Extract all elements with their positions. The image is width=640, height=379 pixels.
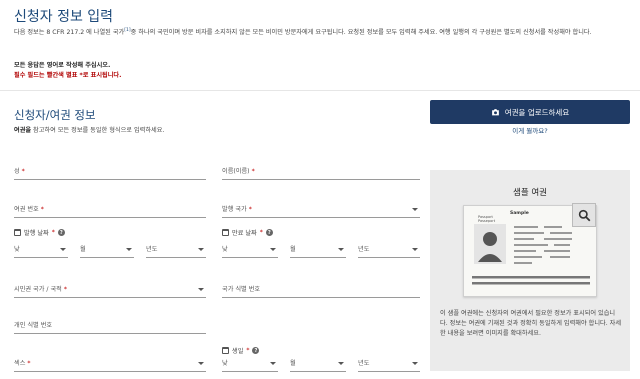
english-note: 모든 응답은 영어로 작성해 주십시오. — [14, 62, 111, 69]
caret-down-icon — [412, 248, 418, 251]
sample-passport-panel: 샘플 여권 Sample Passport Passeport 이 샘플 여권에… — [430, 170, 630, 371]
issue-day-select[interactable]: 낮 — [14, 236, 68, 258]
upload-passport-button[interactable]: 여권을 업로드하세요 — [430, 100, 630, 124]
issue-year-select[interactable]: 년도 — [146, 236, 206, 258]
required-marker: * — [63, 286, 67, 293]
intro-text: 다음 정보는 8 CFR 217.2 에 나열된 국가[1]중 하나의 국민이며… — [14, 28, 592, 37]
passport-heading: Sample — [510, 211, 529, 216]
caret-down-icon — [412, 208, 418, 211]
caret-down-icon — [412, 362, 418, 365]
issuing-country-label: 발행 국가 — [222, 206, 247, 213]
expiry-month-select[interactable]: 월 — [290, 236, 346, 258]
required-marker: * — [248, 206, 252, 213]
help-circle-icon[interactable]: ? — [57, 229, 65, 236]
birth-year-select[interactable]: 년도 — [358, 352, 420, 372]
calendar-icon — [14, 229, 21, 236]
sex-label: 섹스 — [14, 360, 26, 367]
required-note: 필수 필드는 빨간색 별표 *로 표시됩니다. — [14, 72, 122, 79]
caret-down-icon — [126, 248, 132, 251]
caret-down-icon — [60, 248, 66, 251]
expiry-year-select[interactable]: 년도 — [358, 236, 420, 258]
sample-passport-description: 이 샘플 여권에는 신청자의 여권에서 필요한 정보가 표시되어 있습니다. 정… — [440, 310, 622, 337]
page-title: 신청자 정보 입력 — [14, 9, 114, 25]
camera-icon — [491, 108, 499, 115]
section-title: 신청자/여권 정보 — [14, 108, 96, 122]
passport-number-field[interactable]: 여권 번호 * — [14, 196, 206, 218]
caret-down-icon — [198, 248, 204, 251]
birth-day-select[interactable]: 낮 — [222, 352, 278, 372]
caret-down-icon — [270, 362, 276, 365]
magnifier-icon — [578, 209, 591, 222]
passport-word-alt: Passeport — [478, 219, 496, 223]
help-circle-icon[interactable]: ? — [265, 229, 273, 236]
birth-month-select[interactable]: 월 — [290, 352, 346, 372]
section-instructions: 여권을 참고하여 모든 정보를 동일한 형식으로 입력하세요. — [14, 127, 165, 134]
expiry-day-select[interactable]: 낮 — [222, 236, 278, 258]
required-marker: * — [21, 168, 25, 175]
caret-down-icon — [338, 362, 344, 365]
calendar-icon — [222, 229, 229, 236]
issuing-country-select[interactable]: 발행 국가 * — [222, 196, 420, 218]
issue-month-select[interactable]: 월 — [80, 236, 134, 258]
required-marker: * — [259, 229, 263, 236]
sample-passport-title: 샘플 여권 — [513, 188, 547, 198]
caret-down-icon — [198, 362, 204, 365]
given-name-field[interactable]: 이름(이름) * — [222, 158, 420, 180]
personal-id-field[interactable]: 개인 식별 번호 — [14, 312, 206, 334]
surname-label: 성 — [14, 168, 20, 175]
sex-select[interactable]: 섹스 * — [14, 350, 206, 372]
required-marker: * — [51, 229, 55, 236]
personal-id-label: 개인 식별 번호 — [14, 322, 53, 329]
what-is-this-link[interactable]: 이게 뭘까요? — [430, 125, 630, 135]
required-marker: * — [40, 206, 44, 213]
zoom-button[interactable] — [572, 203, 596, 227]
citizenship-label: 시민권 국가 / 국적 — [14, 286, 62, 293]
national-id-label: 국가 식별 번호 — [222, 286, 261, 293]
given-name-label: 이름(이름) — [222, 168, 250, 175]
required-marker: * — [251, 168, 255, 175]
upload-passport-label: 여권을 업로드하세요 — [504, 107, 570, 117]
caret-down-icon — [270, 248, 276, 251]
passport-number-label: 여권 번호 — [14, 206, 39, 213]
national-id-field[interactable]: 국가 식별 번호 — [222, 276, 420, 298]
citizenship-country-select[interactable]: 시민권 국가 / 국적 * — [14, 276, 206, 298]
caret-down-icon — [338, 248, 344, 251]
required-marker: * — [27, 360, 31, 367]
divider — [0, 90, 640, 91]
caret-down-icon — [198, 288, 204, 291]
surname-field[interactable]: 성 * — [14, 158, 206, 180]
